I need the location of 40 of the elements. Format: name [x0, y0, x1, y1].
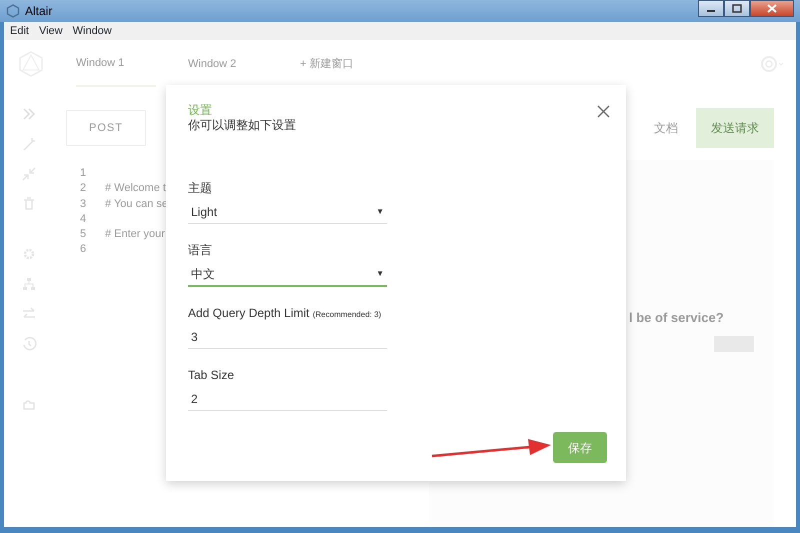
- line-number: 6: [80, 242, 88, 258]
- app-logo-icon: [6, 4, 20, 18]
- caret-icon: ▼: [376, 268, 384, 280]
- select-field[interactable]: 中文 ▼: [188, 263, 387, 287]
- line-number: 5: [80, 227, 88, 242]
- wand-icon[interactable]: [21, 136, 37, 152]
- code-line: # Enter your: [105, 228, 165, 240]
- field-label: 语言: [188, 242, 213, 259]
- line-number: 2: [80, 181, 88, 196]
- menu-item[interactable]: View: [38, 22, 63, 40]
- menu-item[interactable]: Window: [72, 22, 112, 40]
- trash-icon[interactable]: [21, 196, 37, 212]
- expand-icon[interactable]: [21, 106, 37, 122]
- field-label: 主题: [188, 180, 213, 197]
- line-number: 3: [80, 196, 88, 212]
- dialog-subtitle: 你可以调整如下设置: [188, 118, 296, 133]
- window-title: Altair: [25, 3, 52, 20]
- sitemap-icon[interactable]: [21, 276, 37, 292]
- history-icon[interactable]: [21, 336, 37, 352]
- minimize-button[interactable]: [698, 0, 724, 17]
- settings-icon[interactable]: [21, 246, 37, 262]
- maximize-icon: [732, 4, 742, 13]
- field-label: Add Query Depth Limit: [188, 306, 310, 320]
- field-label: Tab Size: [188, 367, 236, 384]
- dialog-title: 设置: [188, 103, 212, 118]
- input-field[interactable]: 2: [188, 388, 387, 411]
- line-number: 1: [80, 166, 88, 181]
- close-button[interactable]: [750, 0, 794, 17]
- result-hint: l be of service?: [629, 309, 724, 327]
- maximize-button[interactable]: [724, 0, 750, 17]
- select-field[interactable]: Light ▼: [188, 201, 387, 224]
- code-line: # Welcome t: [105, 182, 166, 194]
- field-hint: (Recommended: 3): [312, 310, 382, 319]
- menu-item[interactable]: Edit: [10, 22, 29, 40]
- input-field[interactable]: 3: [188, 326, 387, 349]
- line-number: 4: [80, 212, 88, 227]
- close-icon[interactable]: [597, 105, 610, 118]
- compress-icon[interactable]: [21, 166, 37, 182]
- caret-icon: ▼: [376, 206, 384, 218]
- close-icon: [767, 4, 777, 13]
